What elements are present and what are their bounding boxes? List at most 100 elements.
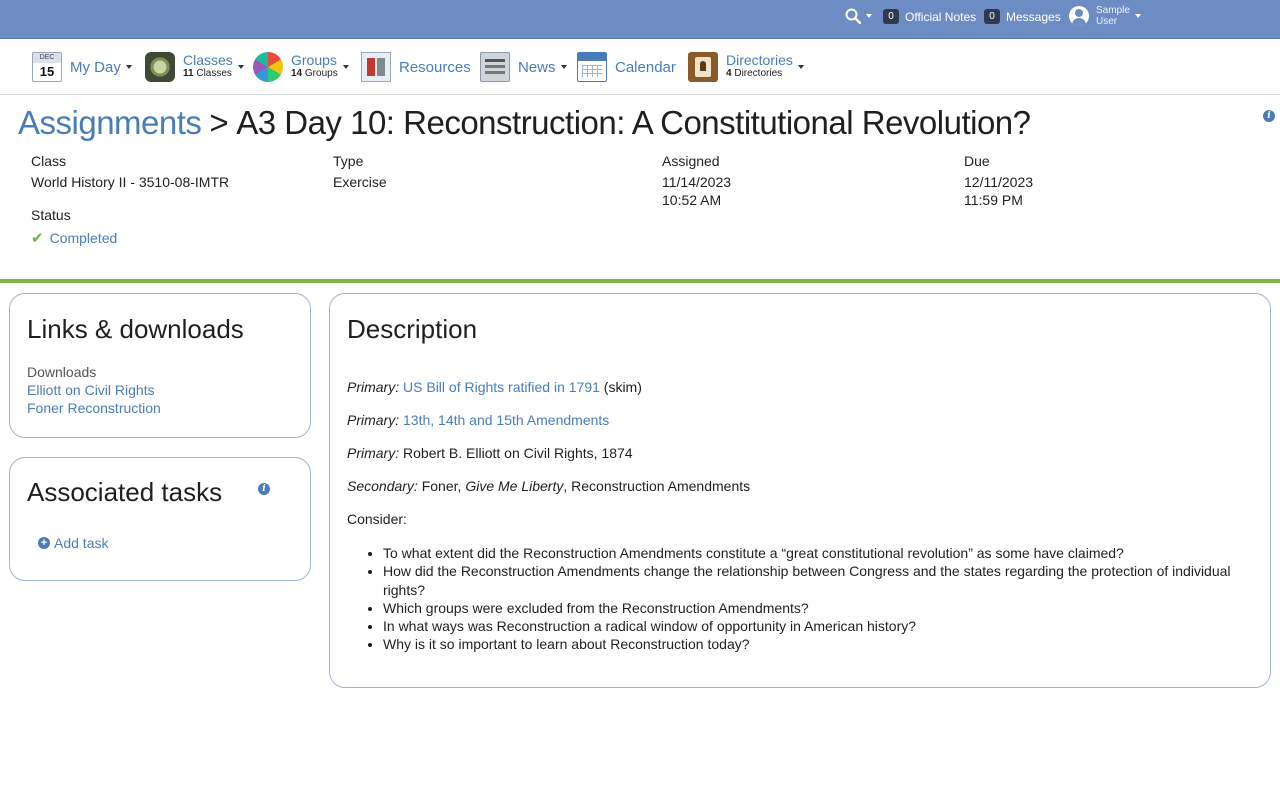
description-title: Description [347, 314, 478, 344]
messages-count: 0 [984, 9, 1000, 24]
nav-groups-count: 14 Groups [291, 68, 338, 79]
tasks-panel-title: Associated tasks [27, 477, 223, 507]
assigned-time: 10:52 AM [662, 192, 722, 208]
nav-classes-label: Classes [183, 52, 233, 68]
directories-icon [688, 52, 718, 82]
chevron-down-icon [1134, 14, 1141, 18]
nav-classes-count: 11 Classes [183, 68, 232, 79]
book-title: Give Me Liberty [465, 478, 564, 494]
chevron-down-icon [797, 65, 804, 69]
description-line: Primary: Robert B. Elliott on Civil Righ… [347, 445, 633, 461]
questions-list: To what extent did the Reconstruction Am… [383, 544, 1243, 654]
source-type: Primary: [347, 379, 400, 395]
type-label: Type [333, 153, 364, 169]
nav-resources-label: Resources [399, 58, 471, 76]
nav-news[interactable]: News [480, 49, 567, 85]
consider-label: Consider: [347, 511, 407, 527]
page-title: Assignments > A3 Day 10: Reconstruction: A… [18, 104, 1031, 142]
official-notes-count: 0 [883, 9, 899, 24]
add-task-button[interactable]: + Add task [38, 535, 108, 551]
official-notes-button[interactable]: 0 Official Notes [883, 0, 976, 33]
assigned-date: 11/14/2023 [662, 174, 732, 190]
resources-icon [361, 52, 391, 82]
breadcrumb-assignments[interactable]: Assignments [18, 104, 202, 141]
description-line: Primary: 13th, 14th and 15th Amendments [347, 412, 609, 428]
downloads-label: Downloads [27, 364, 97, 380]
info-icon[interactable]: i [258, 483, 270, 495]
messages-button[interactable]: 0 Messages [984, 0, 1061, 33]
chevron-down-icon [125, 65, 132, 69]
section-divider [0, 279, 1280, 283]
description-line: Secondary: Foner, Give Me Liberty, Recon… [347, 478, 750, 494]
groups-icon [253, 52, 283, 82]
class-label: Class [31, 153, 67, 169]
due-date: 12/11/2023 [964, 174, 1034, 190]
nav-directories-label: Directories [726, 52, 793, 68]
nav-classes[interactable]: Classes 11 Classes [145, 49, 244, 85]
list-item: In what ways was Reconstruction a radica… [383, 617, 1243, 635]
chevron-down-icon [560, 65, 567, 69]
classes-icon [145, 52, 175, 82]
messages-label: Messages [1006, 9, 1061, 24]
links-downloads-panel: Links & downloads Downloads Elliott on C… [9, 293, 311, 438]
plus-circle-icon: + [38, 537, 50, 549]
user-last-name: User [1096, 16, 1118, 27]
nav-directories[interactable]: Directories 4 Directories [688, 49, 804, 85]
search-button[interactable] [845, 4, 872, 28]
add-task-label: Add task [54, 535, 109, 551]
nav-news-label: News [518, 58, 556, 76]
nav-my-day-label: My Day [70, 58, 121, 76]
source-text: , Reconstruction Amendments [563, 478, 751, 494]
associated-tasks-panel: Associated tasks i + Add task [9, 457, 311, 581]
nav-groups-label: Groups [291, 52, 337, 68]
status-text: Completed [49, 230, 118, 246]
nav-calendar-label: Calendar [615, 58, 676, 76]
status-label: Status [31, 207, 71, 223]
list-item: Which groups were excluded from the Reco… [383, 599, 1243, 617]
user-menu-button[interactable]: Sample User [1069, 1, 1141, 31]
user-name: Sample User [1096, 5, 1130, 27]
date-icon-month: DEC [33, 53, 61, 63]
type-value: Exercise [333, 174, 387, 190]
breadcrumb-separator: > [209, 104, 229, 141]
chevron-down-icon [342, 65, 349, 69]
date-icon: DEC 15 [32, 52, 62, 82]
info-icon[interactable]: i [1263, 110, 1275, 122]
official-notes-label: Official Notes [905, 9, 977, 24]
user-first-name: Sample [1096, 5, 1130, 16]
date-icon-day: 15 [39, 64, 55, 79]
nav-groups[interactable]: Groups 14 Groups [253, 49, 349, 85]
description-line: Primary: US Bill of Rights ratified in 1… [347, 379, 642, 395]
nav-calendar[interactable]: Calendar [577, 49, 676, 85]
assignment-title: A3 Day 10: Reconstruction: A Constitutio… [236, 104, 1031, 141]
main-nav: DEC 15 My Day Classes 11 Classes Groups … [0, 40, 1280, 95]
chevron-down-icon [237, 65, 244, 69]
calendar-icon [577, 52, 607, 82]
check-icon: ✔ [31, 229, 44, 247]
list-item: To what extent did the Reconstruction Am… [383, 544, 1243, 562]
due-time: 11:59 PM [964, 192, 1023, 208]
class-value: World History II - 3510-08-IMTR [31, 174, 230, 190]
bill-of-rights-link[interactable]: US Bill of Rights ratified in 1791 [403, 379, 600, 395]
search-icon [845, 8, 861, 24]
source-type: Secondary: [347, 478, 418, 494]
amendments-link[interactable]: 13th, 14th and 15th Amendments [403, 412, 609, 428]
status-value: ✔ Completed [31, 229, 117, 247]
due-label: Due [964, 153, 990, 169]
news-icon [480, 52, 510, 82]
source-note: (skim) [599, 379, 642, 395]
chevron-down-icon [866, 14, 872, 18]
nav-my-day[interactable]: DEC 15 My Day [32, 49, 132, 85]
download-link-foner[interactable]: Foner Reconstruction [27, 400, 161, 416]
list-item: How did the Reconstruction Amendments ch… [383, 562, 1243, 599]
avatar-icon [1069, 6, 1089, 26]
nav-resources[interactable]: Resources [361, 49, 471, 85]
download-link-elliott[interactable]: Elliott on Civil Rights [27, 382, 155, 398]
list-item: Why is it so important to learn about Re… [383, 635, 1243, 653]
top-bar: 0 Official Notes 0 Messages Sample User [0, 0, 1280, 39]
source-type: Primary: [347, 412, 400, 428]
source-text: Foner, [421, 478, 466, 494]
links-panel-title: Links & downloads [27, 314, 244, 344]
source-text: Robert B. Elliott on Civil Rights, 1874 [403, 445, 633, 461]
nav-directories-count: 4 Directories [726, 68, 783, 79]
